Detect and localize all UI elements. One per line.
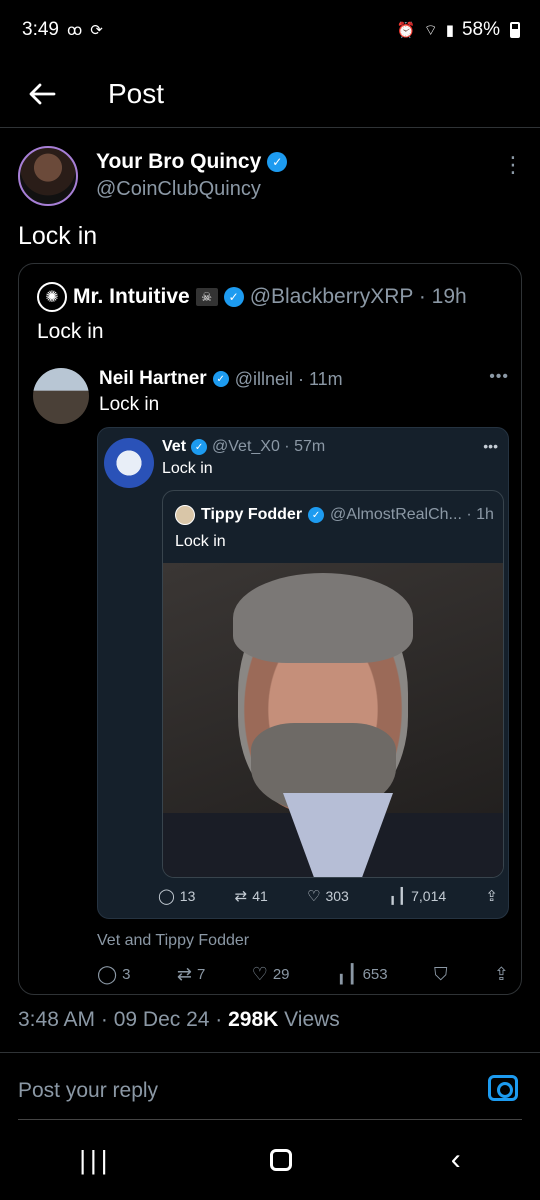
views-label: Views <box>278 1008 340 1031</box>
analytics-icon: ╻┃ <box>335 963 358 984</box>
app-header: Post <box>0 60 540 128</box>
reply-author-handle: @illneil · 11m <box>234 368 343 389</box>
analytics-icon: ╻┃ <box>388 888 407 905</box>
nested-post-header: Vet ✓ @Vet_X0 · 57m <box>162 438 325 456</box>
inner-quoted-post: Tippy Fodder ✓ @AlmostRealCh... · 1h Loc… <box>162 490 504 878</box>
more-options-icon[interactable]: ⋮ <box>502 154 524 190</box>
battery-icon <box>510 22 520 38</box>
avatar <box>33 368 89 424</box>
quoted-post-text: Lock in <box>37 320 104 343</box>
status-bar: 3:49 ꝏ ⟳ ⏰ ⌔ ▮ 58% <box>0 0 540 60</box>
reply-count: ◯ 13 <box>158 888 196 905</box>
back-nav-icon[interactable]: ‹ <box>451 1143 461 1177</box>
status-time: 3:49 <box>22 19 59 40</box>
reply-icon: ◯ <box>97 963 118 984</box>
voicemail-icon: ꝏ <box>66 22 83 39</box>
recent-apps-icon[interactable]: ||| <box>79 1145 111 1176</box>
reply-author-name: Neil Hartner <box>99 368 207 389</box>
reply-icon: ◯ <box>158 888 175 905</box>
author-name[interactable]: Your Bro Quincy <box>96 150 261 174</box>
alarm-icon: ⏰ <box>396 22 416 39</box>
arrow-left-icon <box>29 83 56 104</box>
system-nav-bar: ||| ‹ <box>0 1120 540 1200</box>
more-options-icon: ••• <box>483 438 498 454</box>
repost-count: ⇄ 41 <box>234 888 268 905</box>
views-count[interactable]: 298K <box>228 1008 278 1031</box>
repost-icon: ⇄ <box>234 888 248 905</box>
share-button[interactable]: ⇪ <box>494 964 509 985</box>
reply-bar: Post your reply <box>0 1052 540 1120</box>
quoted-post[interactable]: ✺ Mr. Intuitive ☠ ✓ @BlackberryXRP · 19h… <box>18 263 522 995</box>
author-handle[interactable]: @CoinClubQuincy <box>96 178 261 201</box>
reply-button[interactable]: ◯ 3 <box>97 964 131 985</box>
views-button[interactable]: ╻┃ 653 <box>336 964 388 985</box>
verified-badge-icon: ✓ <box>191 439 208 455</box>
bookmark-icon: ⛉ <box>433 963 448 984</box>
post-photo <box>163 563 503 877</box>
page-title: Post <box>108 77 165 109</box>
quoted-avatar-icon: ✺ <box>37 282 67 312</box>
verified-badge-icon: ✓ <box>267 152 288 172</box>
inner-post-text: Lock in <box>175 533 226 550</box>
like-count: ♡ 303 <box>307 888 349 905</box>
home-icon[interactable] <box>270 1149 293 1171</box>
reply-header: Neil Hartner ✓ @illneil · 11m <box>99 368 343 390</box>
nested-post-text: Lock in <box>162 460 213 477</box>
verified-badge-icon: ✓ <box>223 287 244 307</box>
reply-context: Vet and Tippy Fodder <box>97 932 250 949</box>
like-button[interactable]: ♡ 29 <box>252 964 290 985</box>
sync-icon: ⟳ <box>90 22 103 39</box>
photo-hair <box>233 573 413 663</box>
quoted-post-header: ✺ Mr. Intuitive ☠ ✓ @BlackberryXRP · 19h <box>37 282 467 312</box>
back-button[interactable] <box>20 72 64 116</box>
nested-author-handle: @Vet_X0 · 57m <box>212 438 326 455</box>
heart-icon: ♡ <box>251 963 268 984</box>
inner-post-header: Tippy Fodder ✓ @AlmostRealCh... · 1h <box>175 505 494 525</box>
quoted-author-handle: @BlackberryXRP · 19h <box>249 285 467 308</box>
author-row: Your Bro Quincy ✓ @CoinClubQuincy ⋮ <box>18 146 524 206</box>
inner-author-name: Tippy Fodder <box>201 506 303 523</box>
quoted-author-name: Mr. Intuitive <box>73 285 190 308</box>
more-options-icon: ••• <box>489 368 509 385</box>
nested-quoted-post: Vet ✓ @Vet_X0 · 57m Lock in ••• Tippy Fo… <box>97 427 509 919</box>
post-text: Lock in <box>18 222 98 250</box>
bookmark-button[interactable]: ⛉ <box>434 964 448 985</box>
avatar[interactable] <box>18 146 78 206</box>
signal-icon: ▮ <box>445 22 454 39</box>
views-count: ╻┃ 7,014 <box>388 888 447 905</box>
verified-badge-icon: ✓ <box>212 371 229 387</box>
wifi-icon: ⌔ <box>423 21 438 39</box>
camera-icon[interactable] <box>488 1075 518 1101</box>
heart-icon: ♡ <box>307 888 321 905</box>
share-icon: ⇪ <box>485 888 498 905</box>
nested-post-actions: ◯ 13 ⇄ 41 ♡ 303 ╻┃ 7,014 ⇪ <box>158 884 498 908</box>
repost-button[interactable]: ⇄ 7 <box>177 964 205 985</box>
share-icon: ⇪ <box>493 963 509 984</box>
quoted-post-actions: ◯ 3 ⇄ 7 ♡ 29 ╻┃ 653 ⛉ ⇪ <box>97 962 509 986</box>
reply-text: Lock in <box>99 394 160 415</box>
repost-icon: ⇄ <box>176 963 192 984</box>
nested-author-name: Vet <box>162 438 187 455</box>
screenshot-reply: Neil Hartner ✓ @illneil · 11m Lock in ••… <box>33 368 509 428</box>
inner-author-handle: @AlmostRealCh... · 1h <box>330 506 494 523</box>
post-meta: 3:48 AM · 09 Dec 24 · 298K Views <box>18 1008 340 1032</box>
verified-badge-icon: ✓ <box>308 507 325 523</box>
post-timestamp: 3:48 AM · 09 Dec 24 · <box>18 1008 229 1031</box>
author-name-row[interactable]: Your Bro Quincy ✓ <box>96 150 288 174</box>
pirate-flag-icon: ☠ <box>195 288 218 306</box>
avatar <box>175 505 195 525</box>
battery-level: 58% <box>461 19 500 40</box>
reply-input[interactable]: Post your reply <box>18 1079 158 1103</box>
avatar <box>104 438 154 488</box>
